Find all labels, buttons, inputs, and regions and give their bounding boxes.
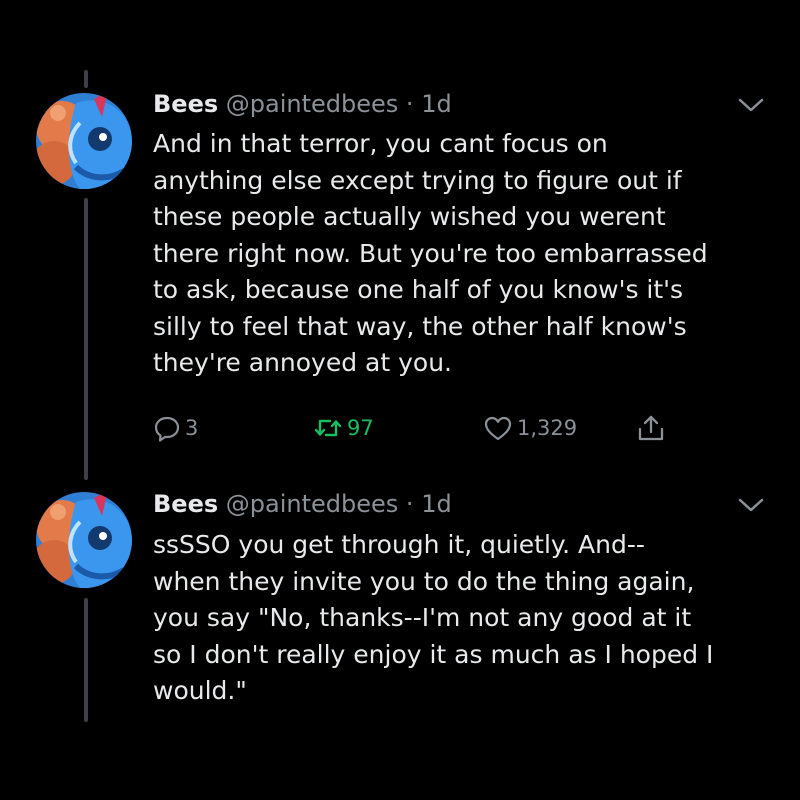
share-icon	[636, 413, 666, 443]
like-button[interactable]: 1,329	[483, 410, 577, 446]
tweet-text-line: these people actually wished you werent	[153, 202, 666, 231]
tweet-text-line: so I don't really enjoy it as much as I …	[153, 639, 714, 669]
retweet-icon	[313, 414, 343, 442]
tweet-text-line: you say "No, thanks--I'm not any good at…	[153, 603, 692, 632]
like-count: 1,329	[517, 416, 578, 440]
display-name[interactable]: Bees	[153, 90, 218, 118]
chevron-down-icon[interactable]	[738, 497, 764, 513]
timestamp[interactable]: 1d	[421, 90, 452, 118]
tweet-text: And in that terror, you cant focus on an…	[153, 126, 783, 382]
thread-line-bottom	[84, 598, 88, 722]
tweet-text-line: there right now. But you're too embarras…	[153, 238, 708, 268]
user-handle[interactable]: @paintedbees	[226, 90, 399, 118]
timestamp[interactable]: 1d	[421, 490, 452, 518]
tweet-text-line: And in that terror, you cant focus on	[153, 129, 608, 158]
reply-count: 3	[185, 416, 199, 440]
user-handle[interactable]: @paintedbees	[226, 490, 399, 518]
heart-icon	[483, 414, 513, 442]
tweet-text-line: silly to feel that way, the other half k…	[153, 311, 687, 341]
tweet-text-line: would."	[153, 676, 247, 705]
tweet-text-line: when they invite you to do the thing aga…	[153, 566, 695, 596]
separator: ·	[405, 490, 414, 518]
reply-icon	[153, 414, 181, 442]
tweet-text-line: ssSSO you get through it, quietly. And--	[153, 530, 645, 559]
display-name[interactable]: Bees	[153, 490, 218, 518]
reply-button[interactable]: 3	[153, 410, 198, 446]
retweet-button[interactable]: 97	[313, 410, 374, 446]
separator: ·	[405, 90, 414, 118]
avatar[interactable]	[36, 93, 132, 189]
tweet[interactable]: Bees @paintedbees · 1d And in that terro…	[0, 0, 800, 470]
tweet-text-line: anything else except trying to figure ou…	[153, 165, 682, 195]
avatar[interactable]	[36, 492, 132, 588]
chevron-down-icon[interactable]	[738, 97, 764, 113]
tweet-text-line: to ask, because one half of you know's i…	[153, 275, 684, 304]
share-button[interactable]	[636, 410, 666, 446]
tweet-text-line: they're annoyed at you.	[153, 348, 452, 377]
tweet-header: Bees @paintedbees · 1d	[153, 89, 452, 119]
retweet-count: 97	[347, 416, 374, 440]
tweet-text: ssSSO you get through it, quietly. And--…	[153, 527, 783, 710]
tweet-actions: 3 97 1,329	[153, 410, 713, 446]
tweet-header: Bees @paintedbees · 1d	[153, 489, 452, 519]
